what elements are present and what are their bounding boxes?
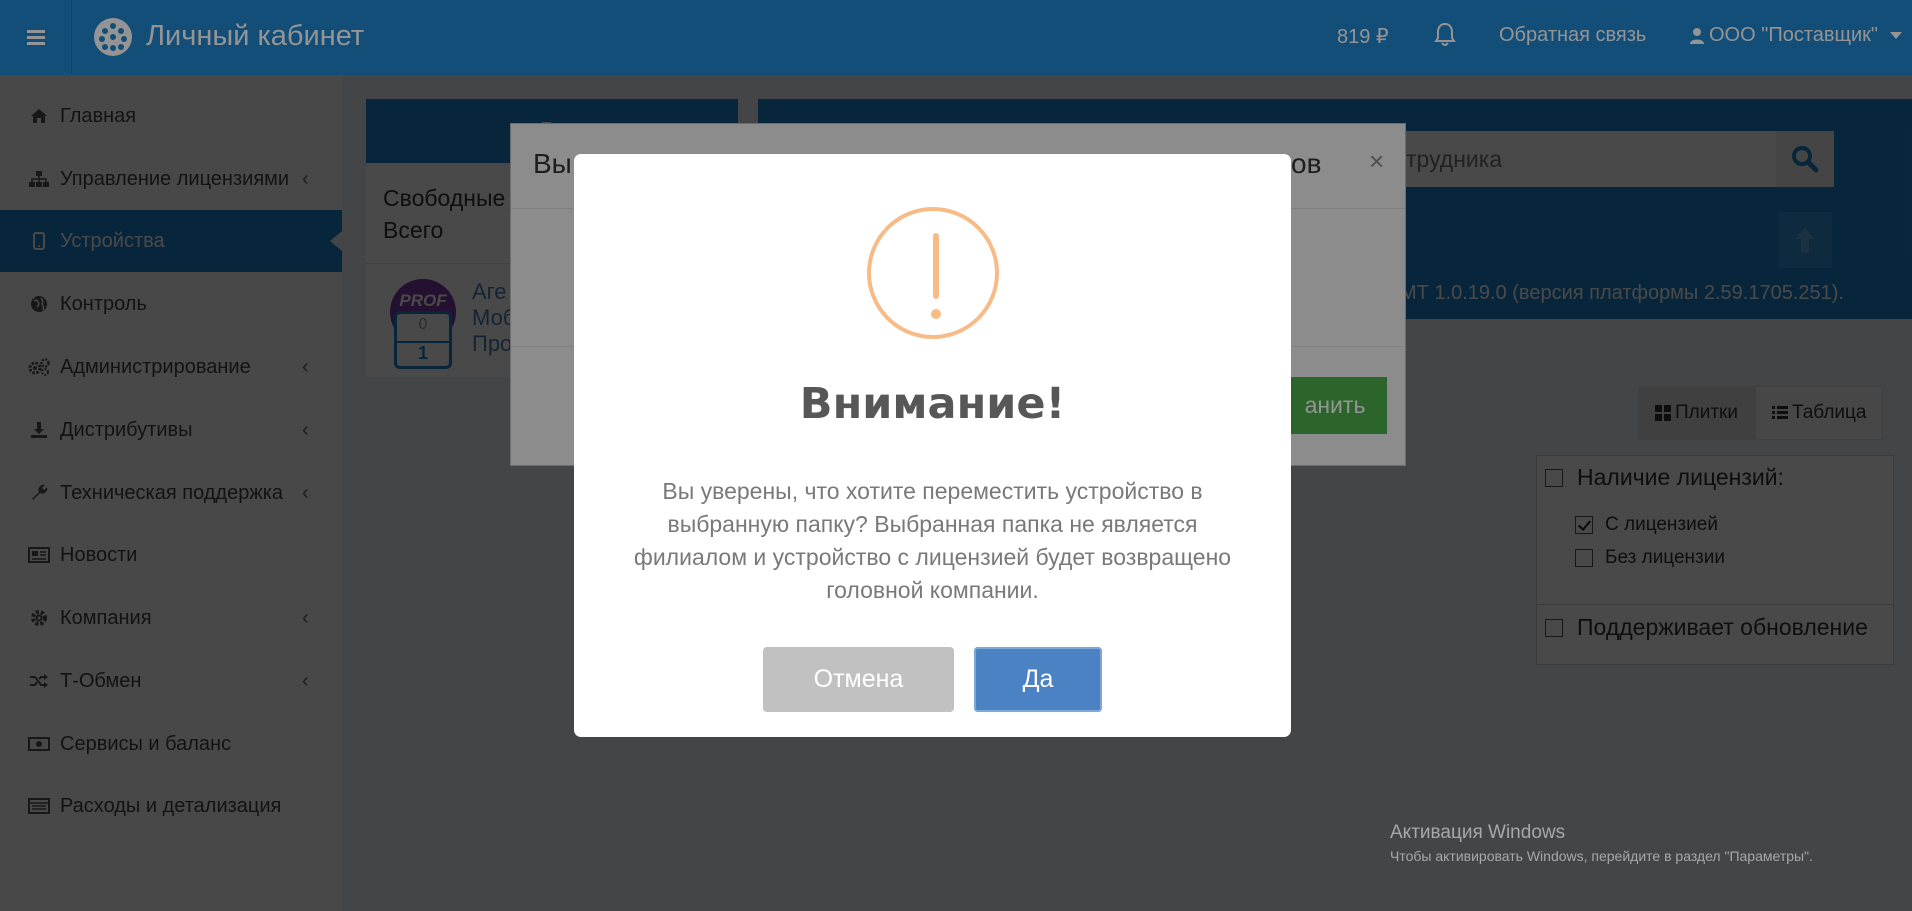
cancel-button[interactable]: Отмена (763, 647, 954, 712)
confirm-button[interactable]: Да (974, 647, 1102, 712)
dialog-title: Внимание! (799, 379, 1066, 429)
dialog-message: Вы уверены, что хотите переместить устро… (633, 478, 1232, 603)
confirm-dialog: Внимание! Вы уверены, что хотите перемес… (574, 154, 1291, 737)
windows-activation-watermark: Активация Windows Чтобы активировать Win… (1390, 822, 1813, 864)
warning-icon (867, 207, 999, 339)
